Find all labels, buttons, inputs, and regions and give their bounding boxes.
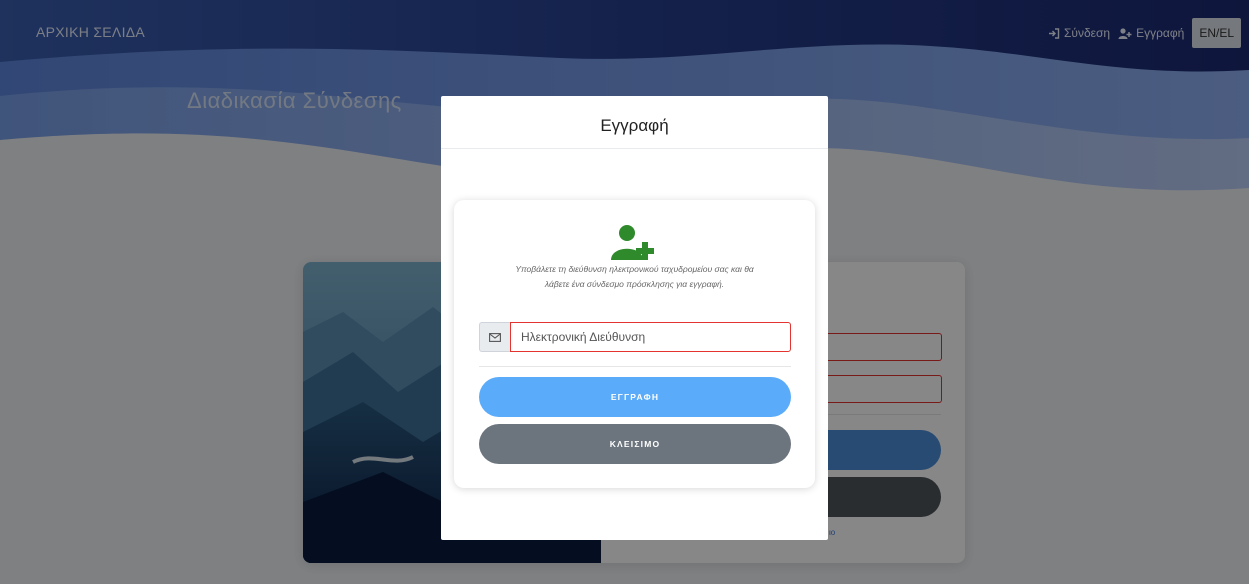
email-field[interactable] xyxy=(510,322,791,352)
email-addon xyxy=(479,322,510,352)
close-modal-button[interactable]: ΚΛΕΙΣΙΜΟ xyxy=(479,424,791,464)
register-instructions: Υποβάλετε τη διεύθυνση ηλεκτρονικού ταχυ… xyxy=(474,262,795,292)
register-divider xyxy=(479,366,791,367)
email-input-group xyxy=(479,322,791,352)
register-modal: Εγγραφή Υποβάλετε τη διεύθυνση ηλεκτρονι… xyxy=(441,96,828,540)
modal-header: Εγγραφή xyxy=(441,96,828,149)
instruction-line-2: λάβετε ένα σύνδεσμο πρόσκλησης για εγγρα… xyxy=(544,279,725,289)
register-submit-button[interactable]: ΕΓΓΡΑΦΗ xyxy=(479,377,791,417)
register-card: Υποβάλετε τη διεύθυνση ηλεκτρονικού ταχυ… xyxy=(454,200,815,488)
modal-title: Εγγραφή xyxy=(600,116,669,135)
user-plus-icon xyxy=(611,225,654,260)
envelope-icon xyxy=(489,332,501,342)
instruction-line-1: Υποβάλετε τη διεύθυνση ηλεκτρονικού ταχυ… xyxy=(515,264,754,274)
